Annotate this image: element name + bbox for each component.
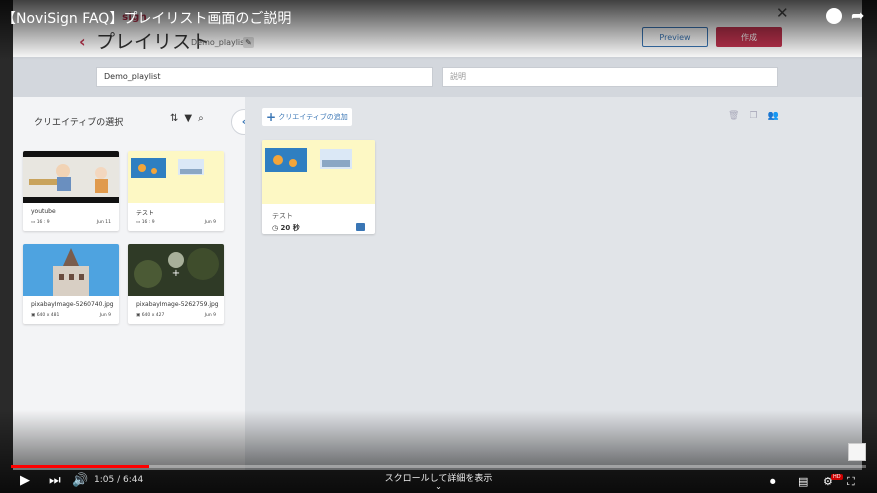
chevron-left-icon[interactable]: ‹ xyxy=(79,32,86,51)
creative-card[interactable]: テスト ▭ 16 : 9 Jun 9 xyxy=(128,151,224,231)
creative-card[interactable]: pixabayImage-5260740.jpg ▣ 640 x 481 Jun… xyxy=(23,244,119,324)
playlist-name-field[interactable]: Demo_playlist xyxy=(96,67,433,87)
watch-later-icon[interactable] xyxy=(826,8,842,24)
subtitles-icon[interactable]: ▤ xyxy=(798,475,808,488)
search-icon[interactable]: ⌕ xyxy=(198,113,204,124)
playlist-area: + クリエイティブの追加 🗑 ❐ 👥 テスト ◷ 20 秒 xyxy=(245,97,862,470)
autoplay-toggle-icon[interactable]: ⏺ xyxy=(770,475,776,489)
description-field[interactable]: 説明 xyxy=(442,67,778,87)
card-date: Jun 11 xyxy=(96,220,111,225)
copy-icon[interactable]: ❐ xyxy=(749,111,757,121)
video-title[interactable]: 【NoviSign FAQ】プレイリスト画面のご説明 xyxy=(2,8,291,28)
chevron-down-icon[interactable]: ⌄ xyxy=(0,482,877,491)
card-meta: ▣ 640 x 481 xyxy=(31,313,60,318)
creative-selection-panel: クリエイティブの選択 ⇅ ▼ ⌕ ‹ youtube ▭ 16 : 9 Jun 11 xyxy=(13,97,257,470)
novisign-app: novisign ‹ プレイリスト Demo_playlist * ✎ Prev… xyxy=(13,0,862,470)
card-name: youtube xyxy=(31,208,56,215)
card-name: テスト xyxy=(136,210,155,217)
forest-thumbnail: + xyxy=(128,244,224,296)
pencil-icon[interactable]: ✎ xyxy=(243,37,254,48)
panel-title: クリエイティブの選択 xyxy=(34,118,124,128)
progress-fill xyxy=(11,465,149,468)
filter-icon[interactable]: ▼ xyxy=(184,113,192,124)
plus-icon: + xyxy=(266,110,277,124)
fields-bar: Demo_playlist 説明 xyxy=(13,57,862,97)
trash-icon[interactable]: 🗑 xyxy=(728,111,739,121)
video-player[interactable]: novisign ‹ プレイリスト Demo_playlist * ✎ Prev… xyxy=(0,0,877,493)
card-date: Jun 9 xyxy=(99,313,111,318)
hd-badge: HD xyxy=(831,474,843,480)
creative-card[interactable]: + pixabayImage-5262759.jpg ▣ 640 x 427 J… xyxy=(128,244,224,324)
card-name: pixabayImage-5260740.jpg xyxy=(31,301,114,308)
close-icon[interactable]: ✕ xyxy=(776,4,789,22)
creative-card[interactable]: youtube ▭ 16 : 9 Jun 11 xyxy=(23,151,119,231)
progress-bar[interactable] xyxy=(11,465,866,468)
card-date: Jun 9 xyxy=(204,220,216,225)
channel-watermark[interactable] xyxy=(848,443,866,461)
add-creative-button[interactable]: + クリエイティブの追加 xyxy=(262,108,352,126)
playlist-item-card[interactable]: テスト ◷ 20 秒 xyxy=(262,140,375,234)
playlist-item-name: テスト xyxy=(272,212,293,220)
building-thumbnail xyxy=(23,244,119,296)
video-thumbnail xyxy=(23,151,119,203)
card-meta: ▭ 16 : 9 xyxy=(31,220,50,225)
card-date: Jun 9 xyxy=(204,313,216,318)
card-meta: ▣ 640 x 427 xyxy=(136,313,165,318)
yellow-thumbnail xyxy=(128,151,224,203)
clock-icon: ◷ xyxy=(272,224,281,232)
preview-button[interactable]: Preview xyxy=(642,27,708,47)
panel-tools: ⇅ ▼ ⌕ xyxy=(170,113,210,124)
playlist-tools: 🗑 ❐ 👥 xyxy=(728,111,789,121)
layout-icon[interactable] xyxy=(356,223,365,231)
people-icon[interactable]: 👥 xyxy=(768,111,779,121)
share-icon[interactable]: ➦ xyxy=(851,6,864,25)
card-meta: ▭ 16 : 9 xyxy=(136,220,155,225)
playlist-item-duration: ◷ 20 秒 xyxy=(272,224,300,232)
fullscreen-icon[interactable]: ⛶ xyxy=(847,475,855,489)
sort-icon[interactable]: ⇅ xyxy=(170,113,178,124)
svg-text:+: + xyxy=(172,268,180,279)
card-name: pixabayImage-5262759.jpg xyxy=(136,301,219,308)
playlist-item-thumbnail xyxy=(262,140,375,204)
create-button[interactable]: 作成 xyxy=(716,27,782,47)
